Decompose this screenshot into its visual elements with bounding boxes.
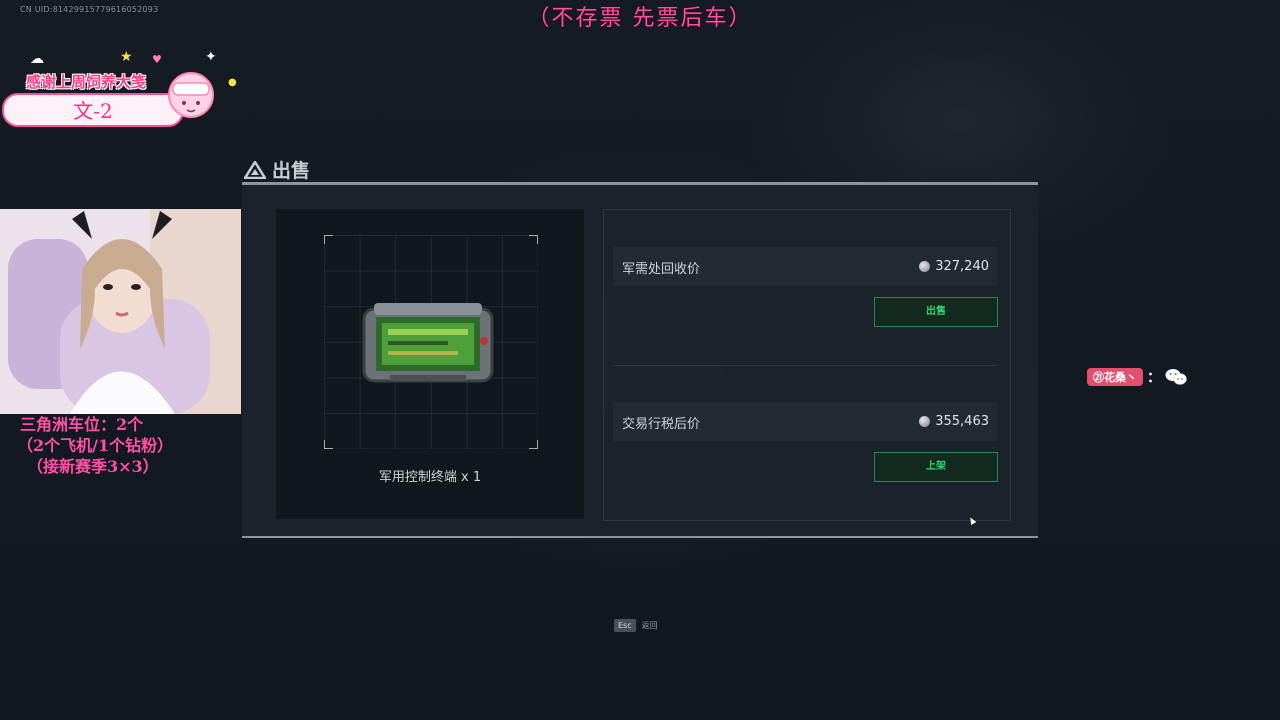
list-button[interactable]: 上架 xyxy=(874,452,998,482)
recycle-price-row: 军需处回收价 327,240 xyxy=(613,247,997,286)
item-name: 军用控制终端 x 1 xyxy=(378,470,482,485)
sell-button[interactable]: 出售 xyxy=(874,297,998,327)
streamer-image xyxy=(0,209,241,414)
recycle-price-value: 327,240 xyxy=(935,259,989,274)
price-panel: 军需处回收价 327,240 出售 交易行税后价 355,463 上架 xyxy=(603,209,1011,521)
dialog-title: 出售 xyxy=(244,156,310,183)
esc-label: 返回 xyxy=(641,621,658,630)
dialog-title-text: 出售 xyxy=(272,160,311,182)
wechat-icon xyxy=(1165,369,1187,385)
gift-user-badge: ㉑花桑丶 xyxy=(1087,368,1143,386)
thanks-name: 文-2 xyxy=(73,99,113,123)
military-terminal-icon xyxy=(362,303,494,383)
thanks-title: 感谢上周饲养大笺 xyxy=(26,73,147,91)
market-price-value-wrap: 355,463 xyxy=(919,414,989,429)
item-grid xyxy=(324,235,538,449)
sparkle-icon: ✦ xyxy=(205,49,217,65)
cloud-icon: ☁ xyxy=(30,51,44,67)
coin-icon xyxy=(919,416,931,427)
recycle-price-label: 军需处回收价 xyxy=(622,262,701,277)
price-divider xyxy=(613,365,997,366)
gift-notice: ㉑花桑丶 ： xyxy=(1087,367,1187,387)
market-price-value: 355,463 xyxy=(935,414,989,429)
coin-icon xyxy=(919,261,931,272)
info-line: 三角洲车位：2个 xyxy=(20,415,144,434)
dot-star-icon: ● xyxy=(228,77,237,88)
mascot-icon xyxy=(168,72,214,118)
sell-dialog: 军用控制终端 x 1 军需处回收价 327,240 出售 交易行税后价 355,… xyxy=(242,185,1038,538)
star-icon: ★ xyxy=(120,49,133,65)
thanks-card: ☁ ★ ♥ ✦ ● 感谢上周饲养大笺 文-2 xyxy=(0,49,240,130)
gift-colon: ： xyxy=(1147,370,1161,386)
info-line: （接新赛季3×3） xyxy=(27,457,159,476)
item-preview-panel: 军用控制终端 x 1 xyxy=(276,209,584,519)
warning-triangle-icon xyxy=(244,160,266,179)
stream-info: 三角洲车位：2个 （2个飞机/1个钻粉） （接新赛季3×3） xyxy=(17,414,174,477)
market-price-row: 交易行税后价 355,463 xyxy=(613,402,997,441)
esc-back-hint[interactable]: Esc 返回 xyxy=(614,619,658,632)
heart-icon: ♥ xyxy=(152,53,162,66)
market-price-label: 交易行税后价 xyxy=(622,417,701,432)
esc-key[interactable]: Esc xyxy=(614,619,636,632)
webcam-feed xyxy=(0,209,241,414)
info-line: （2个飞机/1个钻粉） xyxy=(17,436,174,455)
recycle-price-value-wrap: 327,240 xyxy=(919,259,989,274)
stream-banner: （不存票 先票后车） xyxy=(527,6,753,31)
